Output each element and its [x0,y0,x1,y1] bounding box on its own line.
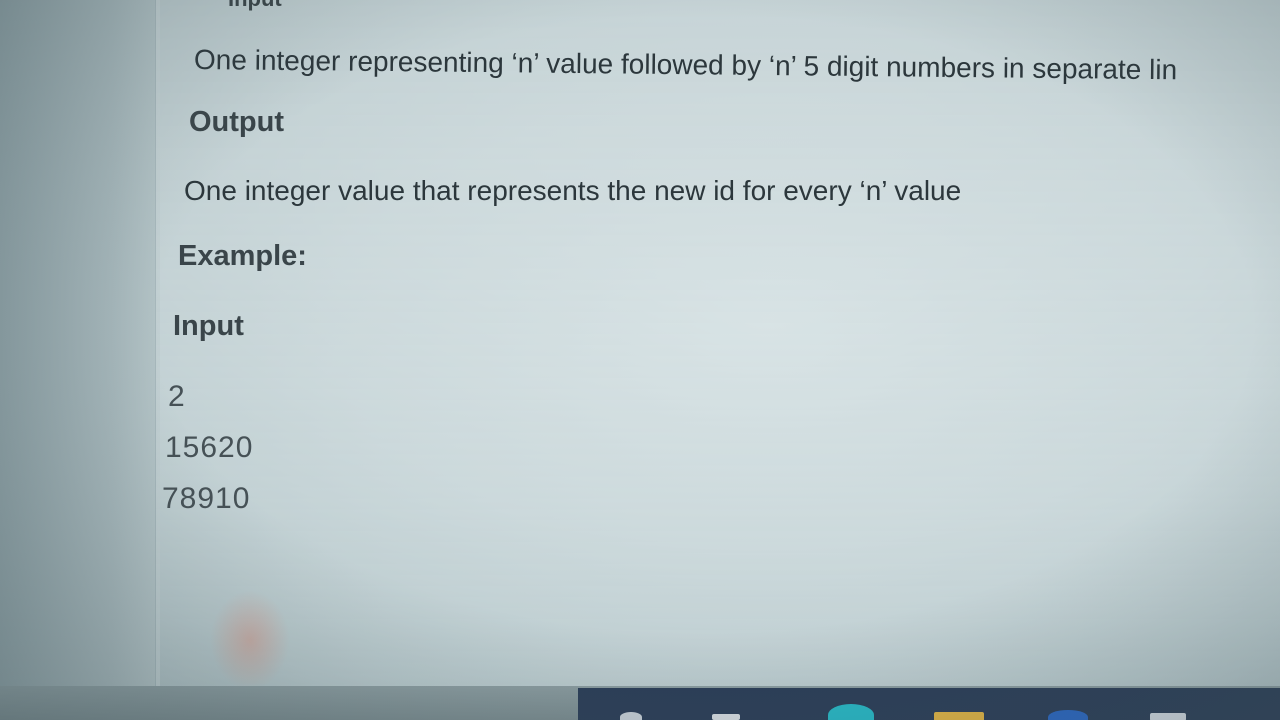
input-format-heading: Input [228,0,282,12]
output-description: One integer value that represents the ne… [184,175,962,206]
example-input-line-3: 78910 [162,482,251,515]
screen-glare [210,590,290,690]
example-input-line-2: 15620 [165,431,254,464]
edge-browser-icon[interactable] [828,704,874,720]
example-input-line-1: 2 [168,380,186,413]
problem-content-panel [155,0,1280,690]
screen: Input One integer representing ‘n’ value… [0,0,1280,720]
output-heading: Output [189,106,285,138]
windows-icon[interactable] [620,712,642,720]
left-margin [0,0,160,690]
example-input-heading: Input [173,310,244,342]
task-view-icon[interactable] [712,714,740,720]
chrome-icon[interactable] [1048,710,1088,720]
file-explorer-icon[interactable] [934,712,984,720]
example-heading: Example: [178,240,307,272]
app-icon[interactable] [1150,713,1186,720]
